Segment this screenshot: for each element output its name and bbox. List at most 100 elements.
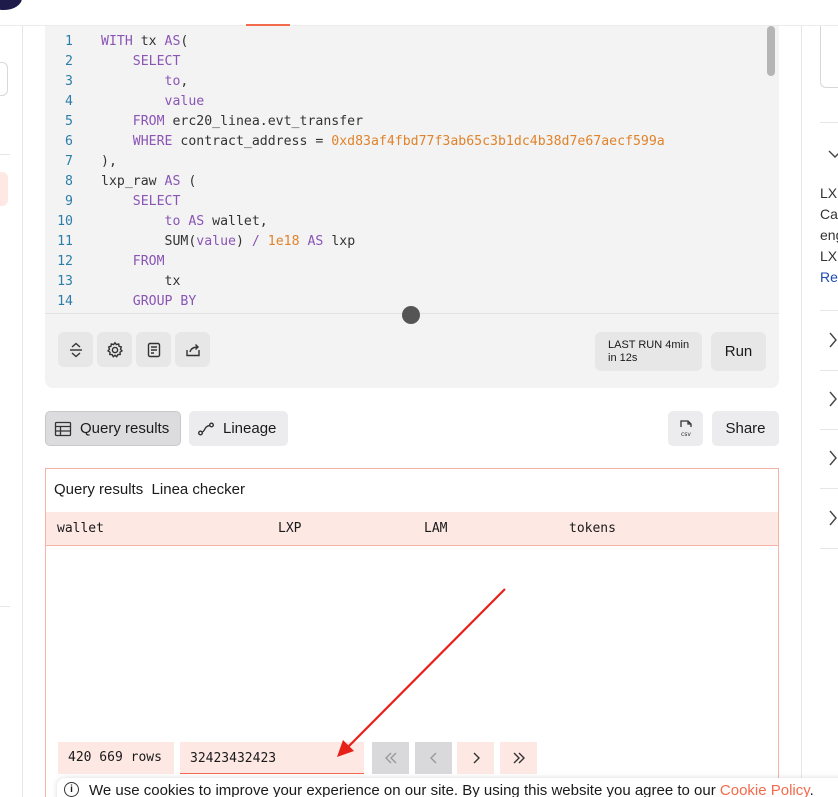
csv-icon-label: csv [681,431,691,438]
line-content: WHERE contract_address = 0xd83af4fbd77f3… [73,132,665,152]
expand-collapse-icon [69,342,82,357]
sql-editor: 1 WITH tx AS(2 SELECT 3 to, 4 value 5 FROM e… [45,26,779,388]
code-line[interactable]: 11 SUM(value) / 1e18 AS lxp [45,232,767,252]
previous-page-button[interactable] [415,742,452,774]
last-run-status: LAST RUN 4min in 12s [595,332,702,371]
chevron-right-icon[interactable] [828,391,838,407]
settings-button[interactable] [97,332,132,367]
info-icon: i [64,782,79,797]
last-page-button[interactable] [500,742,537,774]
sidebar-divider [0,606,10,607]
line-number: 6 [65,134,73,149]
download-csv-button[interactable]: csv [668,411,703,446]
double-chevron-left-icon [384,752,396,764]
code-line[interactable]: 3 to, [45,72,767,92]
results-title: Query results Linea checker [54,481,245,498]
results-table-header: wallet LXP LAM tokens [46,512,778,546]
line-content: SELECT [73,52,181,72]
chevron-right-icon[interactable] [828,510,838,526]
right-panel-link[interactable]: Re [820,267,838,288]
tab-lineage[interactable]: Lineage [189,411,288,446]
line-content: to, [73,72,189,92]
rows-count: 420 669 rows [58,742,174,774]
code-line[interactable]: 1 WITH tx AS( [45,32,767,52]
expand-collapse-button[interactable] [58,332,93,367]
table-icon [54,421,72,436]
code-line[interactable]: 4 value [45,92,767,112]
code-token: WITH [101,34,141,49]
code-token: lxp_raw [101,174,165,189]
editor-scrollbar[interactable] [767,26,775,76]
code-token: FROM [132,254,165,269]
cookie-text-end: . [809,782,814,797]
code-token: ( [180,34,189,49]
cookie-banner: i We use cookies to improve your experie… [57,778,838,797]
code-line[interactable]: 9 SELECT [45,192,767,212]
code-line[interactable]: 5 FROM erc20_linea.evt_transfer [45,112,767,132]
code-token: lxp [331,234,356,249]
chevron-right-icon[interactable] [828,450,838,466]
top-header [0,0,838,26]
line-number: 12 [57,254,73,269]
gear-icon [106,341,123,358]
sidebar-active-item[interactable] [0,172,8,206]
code-token: AS [307,234,332,249]
column-header-wallet[interactable]: wallet [57,512,104,546]
right-panel-line: eng [820,227,838,243]
code-token: 0xd83af4fbd77f3ab65c3b1dc4b38d7e67aecf59… [331,134,665,149]
line-number: 13 [57,274,73,289]
line-content: SUM(value) / 1e18 AS lxp [73,232,356,252]
line-number: 5 [65,114,73,129]
double-chevron-right-icon [513,752,525,764]
right-panel-text: LX Ca eng LX Re [820,183,838,288]
line-content: FROM erc20_linea.evt_transfer [73,112,363,132]
last-run-duration: in 12s [608,352,638,364]
column-header-tokens[interactable]: tokens [569,512,616,546]
code-token: wallet, [212,214,268,229]
code-line[interactable]: 7), [45,152,767,172]
code-line[interactable]: 12 FROM [45,252,767,272]
code-token: AS [164,174,181,189]
first-page-button[interactable] [372,742,409,774]
code-line[interactable]: 2 SELECT [45,52,767,72]
share-query-button[interactable] [175,332,210,367]
code-token: SELECT [132,194,181,209]
resize-handle[interactable] [402,306,420,324]
csv-file-icon: csv [679,419,692,438]
avatar[interactable] [0,0,22,10]
code-token: erc20_linea.evt_transfer [172,114,364,129]
results-title-label: Query results [54,481,144,498]
column-header-lxp[interactable]: LXP [278,512,301,546]
share-button[interactable]: Share [712,411,779,446]
column-header-lam[interactable]: LAM [424,512,447,546]
results-subtitle: Linea checker [151,481,245,498]
code-token: 1e18 [267,234,308,249]
cookie-policy-link[interactable]: Cookie Policy [720,782,810,797]
code-token: value [196,234,236,249]
code-line[interactable]: 6 WHERE contract_address = 0xd83af4fbd77… [45,132,767,152]
run-button[interactable]: Run [711,332,766,371]
code-line[interactable]: 10 to AS wallet, [45,212,767,232]
code-token: SELECT [132,54,181,69]
page-number-input[interactable]: 32423432423 [180,742,364,774]
line-content: WITH tx AS( [73,32,188,52]
code-token: FROM [132,114,173,129]
code-area[interactable]: 1 WITH tx AS(2 SELECT 3 to, 4 value 5 FROM e… [45,32,767,312]
next-page-button[interactable] [457,742,494,774]
line-content: value [73,92,205,112]
chevron-right-icon[interactable] [828,332,838,348]
line-content: GROUP BY [73,292,197,312]
chevron-down-icon[interactable] [828,149,838,159]
sidebar-search-box[interactable] [0,62,8,96]
line-content: ), [73,152,117,172]
code-line[interactable]: 8 lxp_raw AS ( [45,172,767,192]
tab-query-results[interactable]: Query results [45,411,181,446]
tab-label: Lineage [223,420,277,437]
code-line[interactable]: 13 tx [45,272,767,292]
line-number: 4 [65,94,73,109]
format-query-button[interactable] [136,332,171,367]
